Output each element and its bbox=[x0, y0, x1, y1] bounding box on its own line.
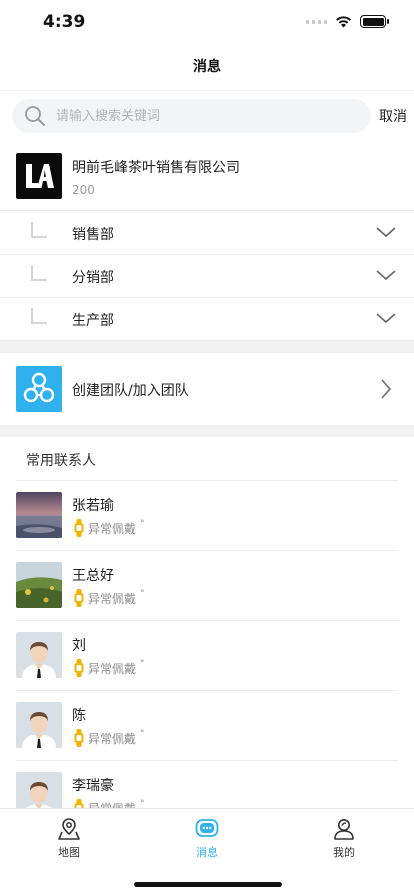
contact-name: 刘 bbox=[72, 638, 86, 654]
department-label: 销售部 bbox=[72, 227, 114, 243]
tab-label: 地图 bbox=[58, 846, 80, 859]
avatar bbox=[16, 702, 62, 748]
map-pin-icon bbox=[58, 818, 80, 840]
signal-icon bbox=[306, 19, 327, 24]
department-row-production[interactable]: 生产部 bbox=[0, 298, 414, 341]
contact-status: 异常佩戴 ° bbox=[74, 659, 145, 677]
contacts-header: 常用联系人 bbox=[26, 453, 96, 469]
chevron-right-icon bbox=[381, 379, 392, 399]
company-logo bbox=[16, 153, 62, 199]
avatar bbox=[16, 632, 62, 678]
search-input[interactable] bbox=[56, 99, 356, 133]
watch-icon bbox=[74, 729, 84, 747]
department-label: 分销部 bbox=[72, 270, 114, 286]
team-icon bbox=[16, 366, 62, 412]
avatar bbox=[16, 772, 62, 808]
tab-label: 消息 bbox=[196, 846, 218, 859]
tree-branch-icon bbox=[31, 308, 47, 324]
battery-icon bbox=[360, 15, 389, 28]
status-dot: ° bbox=[140, 589, 145, 599]
page-title: 消息 bbox=[193, 59, 221, 75]
tab-profile[interactable]: 我的 bbox=[304, 817, 384, 863]
tab-messages[interactable]: 消息 bbox=[167, 817, 247, 863]
chevron-down-icon[interactable] bbox=[376, 225, 396, 239]
home-indicator bbox=[134, 882, 282, 887]
chat-icon bbox=[195, 819, 219, 837]
cancel-button[interactable]: 取消 bbox=[379, 106, 407, 126]
watch-icon bbox=[74, 799, 84, 808]
status-text: 异常佩戴 bbox=[88, 591, 137, 606]
contact-name: 张若瑜 bbox=[72, 498, 114, 514]
status-text: 异常佩戴 bbox=[88, 800, 136, 809]
contact-name: 陈 bbox=[72, 708, 86, 724]
department-row-sales[interactable]: 销售部 bbox=[0, 212, 414, 255]
tree-branch-icon bbox=[31, 265, 47, 281]
contact-name: 李瑞豪 bbox=[72, 778, 114, 794]
contact-status: 异常佩戴 ° bbox=[74, 729, 145, 747]
create-join-team-label: 创建团队/加入团队 bbox=[72, 383, 189, 399]
contact-name: 王总好 bbox=[72, 568, 114, 584]
status-time: 4:39 bbox=[43, 12, 86, 32]
status-dot: ° bbox=[140, 729, 145, 739]
department-label: 生产部 bbox=[72, 313, 114, 329]
status-icons bbox=[306, 15, 389, 28]
chevron-down-icon[interactable] bbox=[376, 268, 396, 282]
organization-name: 明前毛峰茶叶销售有限公司 bbox=[72, 160, 240, 176]
status-text: 异常佩戴 bbox=[88, 731, 137, 746]
contact-row[interactable]: 陈 异常佩戴 ° bbox=[0, 691, 414, 761]
organization-row[interactable]: 明前毛峰茶叶销售有限公司 200 bbox=[0, 143, 414, 211]
tree-branch-icon bbox=[31, 222, 47, 238]
profile-icon bbox=[334, 819, 354, 840]
contact-row[interactable]: 刘 异常佩戴 ° bbox=[0, 621, 414, 691]
create-join-team-row[interactable]: 创建团队/加入团队 bbox=[0, 353, 414, 425]
section-divider bbox=[0, 341, 414, 353]
status-dot: ° bbox=[140, 659, 145, 669]
watch-icon bbox=[74, 589, 84, 607]
status-bar: 4:39 bbox=[0, 0, 414, 46]
department-row-distribution[interactable]: 分销部 bbox=[0, 255, 414, 298]
contact-row[interactable]: 张若瑜 异常佩戴 ° bbox=[0, 481, 414, 551]
watch-icon bbox=[74, 519, 84, 537]
avatar bbox=[16, 492, 62, 538]
chevron-down-icon[interactable] bbox=[376, 311, 396, 325]
status-dot: ° bbox=[140, 519, 145, 529]
status-text: 异常佩戴 bbox=[88, 521, 137, 536]
tab-label: 我的 bbox=[333, 846, 355, 859]
contacts-list[interactable]: 张若瑜 异常佩戴 ° 王总好 异常佩戴 ° 刘 异常佩戴 ° 陈 异常佩戴 ° … bbox=[0, 481, 414, 808]
status-dot: ° bbox=[140, 799, 145, 808]
search-box[interactable] bbox=[12, 99, 371, 133]
contact-status: 异常佩戴 ° bbox=[74, 589, 145, 607]
status-text: 异常佩戴 bbox=[88, 661, 137, 676]
tab-map[interactable]: 地图 bbox=[29, 817, 109, 863]
wifi-icon bbox=[336, 16, 351, 28]
search-icon bbox=[25, 106, 45, 126]
organization-member-count: 200 bbox=[72, 183, 95, 197]
contact-status: 异常佩戴 ° bbox=[74, 519, 145, 537]
avatar bbox=[16, 562, 62, 608]
contact-row[interactable]: 王总好 异常佩戴 ° bbox=[0, 551, 414, 621]
section-divider bbox=[0, 425, 414, 437]
contact-status: 异常佩戴 ° bbox=[74, 799, 145, 808]
nav-divider bbox=[0, 90, 414, 91]
watch-icon bbox=[74, 659, 84, 677]
contact-row[interactable]: 李瑞豪 异常佩戴 ° bbox=[0, 761, 414, 808]
